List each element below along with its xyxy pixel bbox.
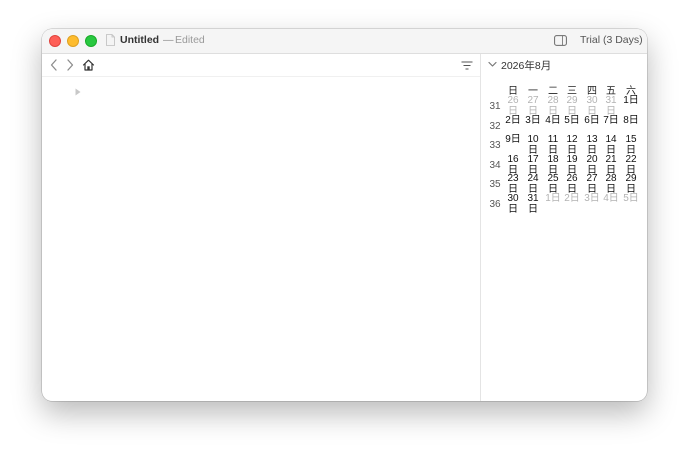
calendar-day[interactable]: 31日 [527,193,539,215]
calendar-day[interactable]: 2日 [562,193,582,204]
maximize-button[interactable] [85,35,97,47]
calendar-day[interactable]: 4日 [601,193,621,204]
document-icon[interactable] [106,34,115,46]
filter-lines-icon[interactable] [461,61,473,70]
window-title[interactable]: Untitled [120,34,159,46]
house-icon[interactable] [82,58,95,72]
close-button[interactable] [49,35,61,47]
calendar-day[interactable]: 2日 [503,115,523,126]
calendar-day[interactable]: 9日 [503,134,523,145]
calendar-day[interactable]: 30日 [507,193,519,215]
calendar-day[interactable]: 5日 [562,115,582,126]
week-number[interactable]: 31 [484,101,506,112]
calendar-day[interactable]: 5日 [621,193,641,204]
calendar-day[interactable]: 3日 [523,115,543,126]
title-bar[interactable]: Untitled — Edited Trial (3 Days) [42,29,647,54]
disclosure-triangle-icon[interactable] [75,88,81,96]
chevron-left-icon[interactable] [48,58,60,72]
edited-status[interactable]: Edited [175,34,205,46]
calendar-sidebar: 2026年8月 日一二三四五六 31 26日 27日 28日 29日 30日 31日 1日 32 2… [481,54,647,401]
week-number[interactable]: 36 [484,199,506,210]
week-number[interactable]: 34 [484,160,506,171]
trial-label[interactable]: Trial (3 Days) [580,34,643,46]
sidebar-toggle-icon[interactable] [554,35,567,46]
outline-toolbar [42,54,480,77]
calendar-grid: 日一二三四五六 31 26日 27日 28日 29日 30日 31日 1日 32 2日 3日 4日 5日 6… [481,54,647,401]
week-number[interactable]: 35 [484,179,506,190]
calendar-day[interactable]: 1日 [543,193,563,204]
calendar-day[interactable]: 4日 [543,115,563,126]
title-separator: — [163,34,174,46]
app-window: Untitled — Edited Trial (3 Days) 2026年8月… [42,29,647,401]
calendar-day[interactable]: 6日 [582,115,602,126]
calendar-day[interactable]: 7日 [601,115,621,126]
minimize-button[interactable] [67,35,79,47]
calendar-day[interactable]: 3日 [582,193,602,204]
chevron-right-icon[interactable] [64,58,76,72]
calendar-day[interactable]: 8日 [621,115,641,126]
calendar-day[interactable]: 1日 [621,95,641,106]
